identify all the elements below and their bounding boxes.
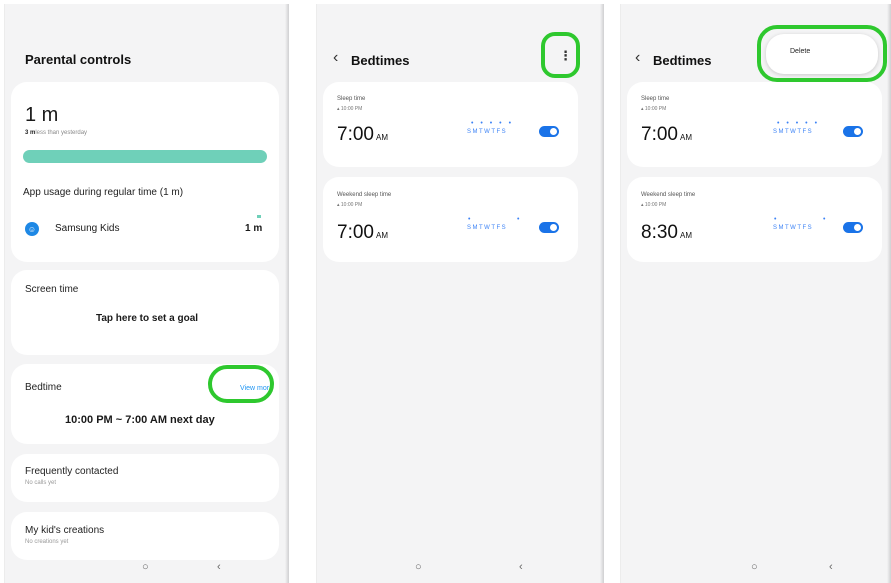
app-name: Samsung Kids [55,223,120,234]
app-time: 1 m [245,223,263,234]
usage-bar [23,150,267,163]
active-day-dots: • • • • • [777,120,820,127]
alarm-toggle[interactable] [843,222,863,233]
alarm-days: SMTWTFS [773,225,814,231]
alarm-card[interactable] [627,177,882,262]
usage-delta: 3 mless than yesterday [25,130,88,136]
set-goal-link[interactable]: Tap here to set a goal [5,313,289,324]
creations-card[interactable] [11,512,279,560]
alarm-time: 7:00 AM [337,124,388,145]
alarm-days: SMTWTFS [467,129,508,135]
frequently-contacted-label: Frequently contacted [25,466,119,477]
home-button[interactable]: ○ [142,561,149,573]
page-title: Bedtimes [653,53,712,68]
highlight-ring-more-options [541,32,580,78]
active-day-dot-sun: • [468,216,473,223]
creations-label: My kid's creations [25,525,105,536]
alarm-toggle[interactable] [843,126,863,137]
bedtimes-screen: ‹ Bedtimes ⋮ Sleep time ▴ 10:00 PM 7:00 A… [316,4,604,583]
no-calls-text: No calls yet [25,480,57,486]
regular-time-label: App usage during regular time (1 m) [23,187,184,198]
back-arrow-icon[interactable]: ‹ [333,50,338,66]
alarm-card[interactable] [323,177,578,262]
bedtime-range: 10:00 PM ~ 7:00 AM next day [65,414,215,426]
screen-time-label: Screen time [25,284,79,295]
page-title: Bedtimes [351,53,410,68]
back-nav-button[interactable]: ‹ [519,561,523,573]
alarm-label: Weekend sleep time [641,192,696,198]
alarm-days: SMTWTFS [773,129,814,135]
alarm-toggle[interactable] [539,126,559,137]
no-creations-text: No creations yet [25,539,69,545]
samsung-kids-app-icon: ☺ [25,222,39,236]
alarm-label: Sleep time [641,96,670,102]
alarm-days: SMTWTFS [467,225,508,231]
alarm-start: ▴ 10:00 PM [641,106,667,112]
usage-total: 1 m [25,104,59,126]
home-button[interactable]: ○ [751,561,758,573]
bedtimes-menu-screen: ‹ Bedtimes Sleep time ▴ 10:00 PM 7:00 AM … [620,4,891,583]
alarm-toggle[interactable] [539,222,559,233]
alarm-start: ▴ 10:00 PM [641,202,667,208]
usage-marker [257,215,261,218]
page-title: Parental controls [25,52,132,67]
back-arrow-icon[interactable]: ‹ [635,50,640,66]
alarm-start: ▴ 10:00 PM [337,106,363,112]
alarm-label: Weekend sleep time [337,192,392,198]
alarm-start: ▴ 10:00 PM [337,202,363,208]
back-nav-button[interactable]: ‹ [829,561,833,573]
back-nav-button[interactable]: ‹ [217,561,221,573]
highlight-ring-view-more [208,365,274,403]
parental-controls-screen: Parental controls 1 m 3 mless than yeste… [4,4,289,583]
bedtime-label: Bedtime [25,382,62,393]
alarm-time: 8:30 AM [641,222,692,243]
active-day-dot-sun: • [774,216,779,223]
active-day-dot-sat: • [823,216,828,223]
highlight-ring-delete [757,25,887,82]
frequently-contacted-card[interactable] [11,454,279,502]
home-button[interactable]: ○ [415,561,422,573]
active-day-dots: • • • • • [471,120,514,127]
alarm-time: 7:00 AM [641,124,692,145]
alarm-label: Sleep time [337,96,366,102]
alarm-time: 7:00 AM [337,222,388,243]
active-day-dot-sat: • [517,216,522,223]
